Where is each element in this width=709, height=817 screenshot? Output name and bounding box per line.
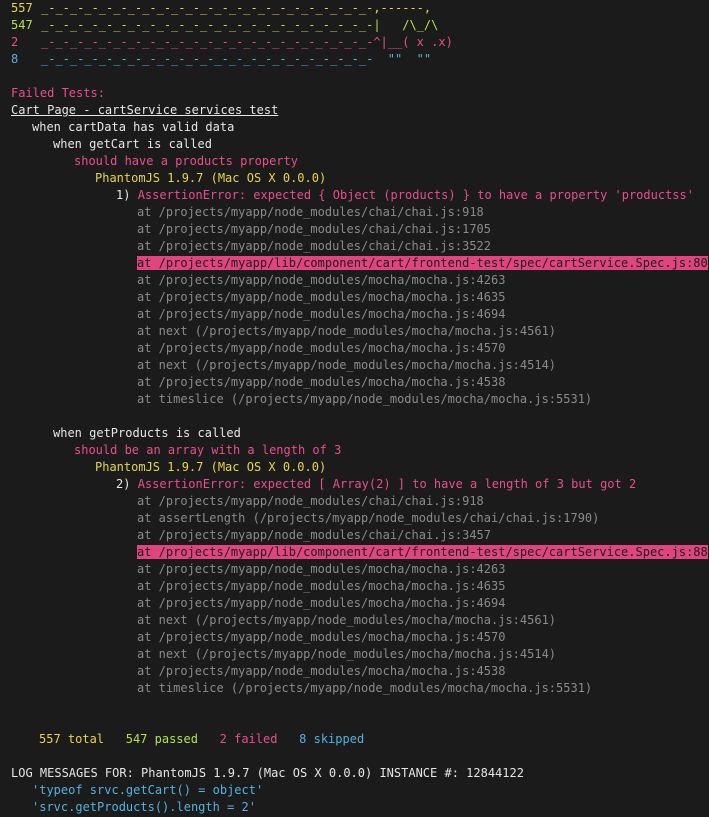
describe-getcart: when getCart is called bbox=[53, 137, 212, 151]
nyan-count-passed: 547 bbox=[11, 18, 33, 32]
test2-stack-text: at timeslice (/projects/myapp/node_modul… bbox=[137, 681, 593, 695]
test1-stack-text: at /projects/myapp/node_modules/mocha/mo… bbox=[137, 273, 506, 287]
test1-stack-line: at timeslice (/projects/myapp/node_modul… bbox=[137, 391, 592, 408]
test1-stack-line: at /projects/myapp/node_modules/chai/cha… bbox=[137, 221, 491, 238]
test2-stack-text: at /projects/myapp/node_modules/chai/cha… bbox=[137, 528, 492, 542]
nyan-row-skipped: 8 _-_-_-_-_-_-_-_-_-_-_-_-_-_-_-_-_-_-_-_… bbox=[11, 51, 431, 68]
describe-cartdata: when cartData has valid data bbox=[32, 120, 235, 134]
nyan-count-skipped: 8 bbox=[11, 52, 19, 66]
test2-stack-line: at next (/projects/myapp/node_modules/mo… bbox=[137, 646, 556, 663]
test1-stack-line: at next (/projects/myapp/node_modules/mo… bbox=[137, 323, 556, 340]
test2-number: 2) bbox=[116, 477, 131, 491]
test1-stack-line-highlighted: at /projects/myapp/lib/component/cart/fr… bbox=[137, 255, 708, 272]
test2-stack-text: at next (/projects/myapp/node_modules/mo… bbox=[137, 613, 557, 627]
test2-stack-text: at /projects/myapp/node_modules/mocha/mo… bbox=[137, 664, 506, 678]
log-message: 'srvc.getProducts().length = 2' bbox=[32, 800, 256, 814]
suite-title: Cart Page - cartService services test bbox=[11, 103, 279, 117]
test1-stack-line: at /projects/myapp/node_modules/chai/cha… bbox=[137, 238, 491, 255]
test1-stack-text: at next (/projects/myapp/node_modules/mo… bbox=[137, 324, 557, 338]
failed-tests-heading: Failed Tests: bbox=[11, 86, 105, 100]
test1-browser: PhantomJS 1.9.7 (Mac OS X 0.0.0) bbox=[95, 171, 327, 185]
test1-stack-text: at /projects/myapp/node_modules/chai/cha… bbox=[137, 222, 492, 236]
summary-total: 557 total bbox=[39, 732, 105, 746]
test1-stack-text: at /projects/myapp/node_modules/chai/cha… bbox=[137, 239, 492, 253]
test2-stack-line: at /projects/myapp/node_modules/mocha/mo… bbox=[137, 629, 505, 646]
test2-stack-line: at /projects/myapp/node_modules/mocha/mo… bbox=[137, 595, 505, 612]
nyan-row-total: 557 _-_-_-_-_-_-_-_-_-_-_-_-_-_-_-_-_-_-_… bbox=[11, 0, 431, 17]
test1-error: AssertionError: expected { Object (produ… bbox=[137, 188, 694, 202]
nyan-row-failed: 2 _-_-_-_-_-_-_-_-_-_-_-_-_-_-_-_-_-_-_-_… bbox=[11, 34, 453, 51]
test2-stack-text: at /projects/myapp/node_modules/mocha/mo… bbox=[137, 562, 506, 576]
describe-getproducts: when getProducts is called bbox=[53, 426, 241, 440]
test1-stack-line: at next (/projects/myapp/node_modules/mo… bbox=[137, 357, 556, 374]
test2-stack-line: at assertLength (/projects/myapp/node_mo… bbox=[137, 510, 599, 527]
summary-passed: 547 passed bbox=[125, 732, 198, 746]
test2-stack-text: at next (/projects/myapp/node_modules/mo… bbox=[137, 647, 557, 661]
terminal-window: 557 _-_-_-_-_-_-_-_-_-_-_-_-_-_-_-_-_-_-_… bbox=[0, 0, 709, 817]
test2-stack-line-highlighted: at /projects/myapp/lib/component/cart/fr… bbox=[137, 544, 708, 561]
nyan-trail-skipped: _-_-_-_-_-_-_-_-_-_-_-_-_-_-_-_-_-_-_-_-… bbox=[41, 52, 432, 66]
test1-stack-line: at /projects/myapp/node_modules/mocha/mo… bbox=[137, 340, 505, 357]
test1-stack-line: at /projects/myapp/node_modules/chai/cha… bbox=[137, 204, 484, 221]
test1-stack-text: at next (/projects/myapp/node_modules/mo… bbox=[137, 358, 557, 372]
test2-stack-text: at /projects/myapp/node_modules/chai/cha… bbox=[137, 494, 484, 508]
test2-stack-text: at /projects/myapp/node_modules/mocha/mo… bbox=[137, 596, 506, 610]
test2-name: should be an array with a length of 3 bbox=[74, 443, 342, 457]
test2-stack-line: at /projects/myapp/node_modules/mocha/mo… bbox=[137, 561, 505, 578]
nyan-trail-passed: _-_-_-_-_-_-_-_-_-_-_-_-_-_-_-_-_-_-_-_-… bbox=[41, 18, 439, 32]
log-message: 'typeof srvc.getCart() = object' bbox=[32, 783, 264, 797]
test2-stack-text: at /projects/myapp/node_modules/mocha/mo… bbox=[137, 579, 506, 593]
test1-stack-line: at /projects/myapp/node_modules/mocha/mo… bbox=[137, 374, 505, 391]
nyan-row-passed: 547 _-_-_-_-_-_-_-_-_-_-_-_-_-_-_-_-_-_-_… bbox=[11, 17, 438, 34]
test1-stack-text: at /projects/myapp/node_modules/mocha/mo… bbox=[137, 307, 506, 321]
test2-stack-text: at /projects/myapp/lib/component/cart/fr… bbox=[137, 545, 708, 559]
test1-stack-text: at /projects/myapp/node_modules/mocha/mo… bbox=[137, 375, 506, 389]
test2-stack-line: at next (/projects/myapp/node_modules/mo… bbox=[137, 612, 556, 629]
summary-failed: 2 failed bbox=[219, 732, 278, 746]
test2-stack-line: at /projects/myapp/node_modules/mocha/mo… bbox=[137, 663, 505, 680]
test1-number: 1) bbox=[116, 188, 131, 202]
test1-stack-text: at timeslice (/projects/myapp/node_modul… bbox=[137, 392, 593, 406]
test2-stack-text: at /projects/myapp/node_modules/mocha/mo… bbox=[137, 630, 506, 644]
test1-stack-line: at /projects/myapp/node_modules/mocha/mo… bbox=[137, 289, 505, 306]
test2-error-line: 2) AssertionError: expected [ Array(2) ]… bbox=[116, 476, 636, 493]
test1-error-line: 1) AssertionError: expected { Object (pr… bbox=[116, 187, 694, 204]
summary-skipped: 8 skipped bbox=[299, 732, 365, 746]
nyan-trail-failed: _-_-_-_-_-_-_-_-_-_-_-_-_-_-_-_-_-_-_-_-… bbox=[41, 35, 453, 49]
nyan-count-failed: 2 bbox=[11, 35, 19, 49]
test2-browser: PhantomJS 1.9.7 (Mac OS X 0.0.0) bbox=[95, 460, 327, 474]
log-header: LOG MESSAGES FOR: PhantomJS 1.9.7 (Mac O… bbox=[11, 766, 524, 780]
nyan-count-total: 557 bbox=[11, 1, 33, 15]
test1-stack-text: at /projects/myapp/node_modules/chai/cha… bbox=[137, 205, 484, 219]
test1-stack-text: at /projects/myapp/node_modules/mocha/mo… bbox=[137, 290, 506, 304]
test2-stack-text: at assertLength (/projects/myapp/node_mo… bbox=[137, 511, 600, 525]
test2-error: AssertionError: expected [ Array(2) ] to… bbox=[137, 477, 637, 491]
test1-stack-line: at /projects/myapp/node_modules/mocha/mo… bbox=[137, 306, 505, 323]
test1-stack-text: at /projects/myapp/lib/component/cart/fr… bbox=[137, 256, 708, 270]
test1-stack-text: at /projects/myapp/node_modules/mocha/mo… bbox=[137, 341, 506, 355]
test2-stack-line: at /projects/myapp/node_modules/chai/cha… bbox=[137, 493, 484, 510]
test1-stack-line: at /projects/myapp/node_modules/mocha/mo… bbox=[137, 272, 505, 289]
test2-stack-line: at /projects/myapp/node_modules/mocha/mo… bbox=[137, 578, 505, 595]
summary-line: 557 total 547 passed 2 failed 8 skipped bbox=[39, 731, 364, 748]
nyan-trail-total: _-_-_-_-_-_-_-_-_-_-_-_-_-_-_-_-_-_-_-_-… bbox=[41, 1, 432, 15]
test2-stack-line: at timeslice (/projects/myapp/node_modul… bbox=[137, 680, 592, 697]
test2-stack-line: at /projects/myapp/node_modules/chai/cha… bbox=[137, 527, 491, 544]
test1-name: should have a products property bbox=[74, 154, 298, 168]
